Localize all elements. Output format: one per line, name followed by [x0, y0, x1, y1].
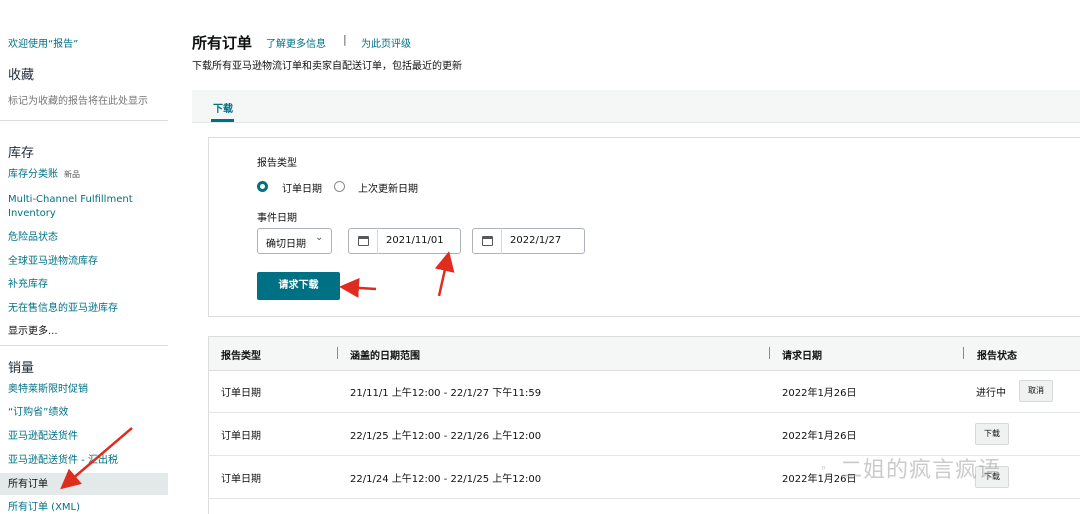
start-date-value: 2021/11/01: [386, 235, 444, 246]
watermark: ஃ 二姐的疯言疯语: [818, 452, 1001, 484]
calendar-icon: [482, 236, 493, 246]
event-date-label: 事件日期: [257, 213, 297, 224]
sidebar-item-subscribe-save[interactable]: “订购省”绩效: [8, 406, 158, 420]
watermark-text: 二姐的疯言疯语: [839, 458, 1001, 483]
end-date-value: 2022/1/27: [510, 235, 562, 246]
wechat-icon: ஃ: [818, 465, 830, 481]
row-1-status: 进行中: [976, 388, 1006, 399]
column-header-requested-date: 请求日期: [782, 351, 822, 362]
row-2-report-type: 订单日期: [221, 431, 261, 442]
sidebar-item-replenish[interactable]: 补充库存: [8, 278, 158, 292]
sidebar-item-outlet-deals[interactable]: 奥特莱斯限时促销: [8, 383, 158, 397]
sidebar-item-fba-shipments[interactable]: 亚马逊配送货件: [8, 430, 158, 444]
header-separator: |: [343, 33, 347, 46]
download-button[interactable]: 下载: [975, 423, 1009, 445]
date-mode-value: 确切日期: [266, 239, 306, 250]
tab-download[interactable]: 下载: [213, 100, 233, 115]
new-badge: 新品: [64, 170, 80, 179]
sales-heading: 销量: [8, 361, 35, 376]
row-divider: [208, 412, 1080, 413]
sidebar-divider: [0, 345, 168, 346]
row-2-requested-date: 2022年1月26日: [782, 431, 857, 442]
sidebar-item-mcf-inventory[interactable]: Multi-Channel Fulfillment Inventory: [8, 193, 158, 221]
sidebar-item-dangerous-goods[interactable]: 危险品状态: [8, 231, 158, 245]
sidebar-item-stranded-inventory[interactable]: 无在售信息的亚马逊库存: [8, 302, 158, 316]
inventory-heading: 库存: [8, 146, 35, 161]
learn-more-link[interactable]: 了解更多信息: [266, 35, 326, 50]
request-download-button[interactable]: 请求下载: [257, 272, 340, 300]
column-separator: [963, 347, 964, 359]
row-1-requested-date: 2022年1月26日: [782, 388, 857, 399]
sidebar-item-all-orders-xml[interactable]: 所有订单 (XML): [8, 501, 158, 514]
radio-last-updated[interactable]: [334, 181, 345, 192]
sidebar-divider: [0, 120, 168, 121]
sidebar-item-inventory-ledger[interactable]: 库存分类账 新品: [8, 168, 158, 182]
favorites-heading: 收藏: [8, 68, 35, 83]
row-2-date-range: 22/1/25 上午12:00 - 22/1/26 上午12:00: [350, 431, 542, 442]
column-header-report-type: 报告类型: [221, 351, 261, 362]
sidebar-item-label: 库存分类账: [8, 169, 58, 180]
sidebar-item-global-fba-inventory[interactable]: 全球亚马逊物流库存: [8, 255, 158, 269]
sidebar: 欢迎使用“报告” 收藏 标记为收藏的报告将在此处显示 库存 库存分类账 新品 Mu…: [0, 0, 168, 514]
report-type-label: 报告类型: [257, 158, 297, 169]
radio-order-date[interactable]: [257, 181, 268, 192]
column-header-status: 报告状态: [977, 351, 1017, 362]
chevron-down-icon: ⌄: [315, 232, 324, 243]
sidebar-item-all-orders[interactable]: 所有订单: [8, 478, 158, 492]
sidebar-item-fba-shipments-tax[interactable]: 亚马逊配送货件 - 汇出税: [8, 454, 158, 468]
column-separator: [769, 347, 770, 359]
column-separator: [337, 347, 338, 359]
column-header-date-range: 涵盖的日期范围: [350, 351, 420, 362]
rate-page-link[interactable]: 为此页评级: [361, 35, 411, 50]
page-subtitle: 下载所有亚马逊物流订单和卖家自配送订单，包括最近的更新: [192, 61, 462, 72]
calendar-icon: [358, 236, 369, 246]
sidebar-welcome-link[interactable]: 欢迎使用“报告”: [8, 35, 78, 50]
radio-last-updated-label[interactable]: 上次更新日期: [358, 180, 418, 195]
cancel-button[interactable]: 取消: [1019, 380, 1053, 402]
radio-order-date-label[interactable]: 订单日期: [282, 180, 322, 195]
show-more-link[interactable]: 显示更多...: [8, 325, 158, 339]
row-divider: [208, 498, 1080, 499]
page-title: 所有订单: [192, 34, 253, 52]
row-1-report-type: 订单日期: [221, 388, 261, 399]
tab-active-indicator: [211, 119, 234, 122]
table-header-row: [208, 336, 1080, 371]
row-3-report-type: 订单日期: [221, 474, 261, 485]
row-3-date-range: 22/1/24 上午12:00 - 22/1/25 上午12:00: [350, 474, 542, 485]
row-1-date-range: 21/11/1 上午12:00 - 22/1/27 下午11:59: [350, 388, 542, 399]
favorites-note: 标记为收藏的报告将在此处显示: [8, 96, 148, 107]
tab-bar: [192, 90, 1080, 123]
